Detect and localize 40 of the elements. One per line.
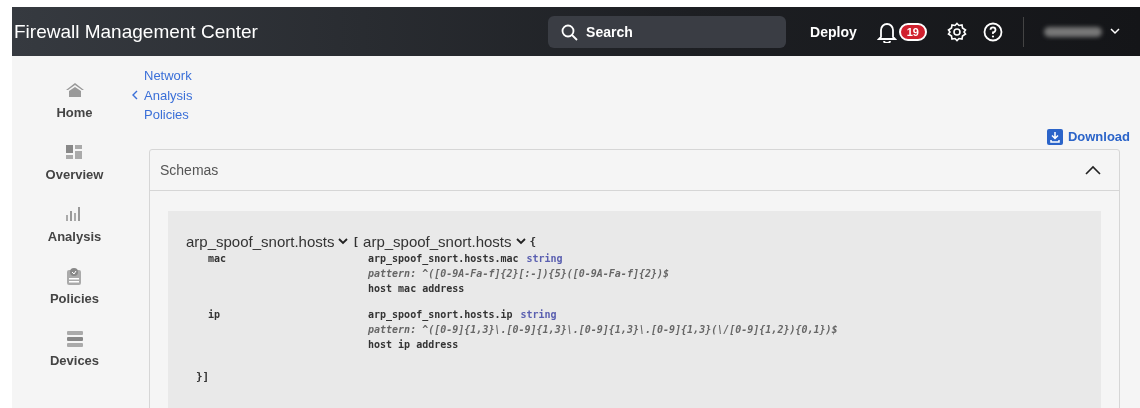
closing-bracket: }] bbox=[196, 369, 210, 383]
search-field[interactable]: Search bbox=[548, 15, 787, 48]
app-title: Firewall Management Center bbox=[13, 20, 259, 43]
notification-badge: 19 bbox=[898, 22, 927, 41]
help-icon bbox=[983, 21, 1003, 42]
field-name: mac bbox=[208, 252, 228, 266]
field-type: string bbox=[526, 252, 563, 264]
sidebar-item[interactable]: Overview bbox=[45, 142, 104, 182]
back-link[interactable]: Network Analysis Policies bbox=[144, 66, 204, 125]
field-description: host mac address bbox=[368, 282, 466, 294]
field-type: string bbox=[520, 308, 557, 320]
chevron-left-icon[interactable] bbox=[131, 90, 138, 101]
sidebar-item[interactable]: Devices bbox=[49, 328, 100, 368]
chevron-down-icon bbox=[1110, 28, 1120, 35]
field-pattern: pattern: ^([0-9A-Fa-f]{2}[:-]){5}([0-9A-Fa-f]{2})$ bbox=[368, 267, 671, 279]
bracket: [ bbox=[352, 234, 360, 248]
chevron-down-icon[interactable] bbox=[338, 237, 349, 245]
field-pattern: pattern: ^([0-9]{1,3}\.[0-9]{1,3}\.[0-9]{1,3}\.[0-9]{1,3}(\/[0-9]{1,2}){0,1})$ bbox=[368, 323, 839, 335]
field-path: arp_spoof_snort.hosts.ip bbox=[368, 308, 513, 320]
download-icon bbox=[1046, 128, 1063, 145]
sidebar-item[interactable]: Analysis bbox=[47, 204, 102, 244]
sidebar-item[interactable]: Home bbox=[56, 80, 93, 120]
search-icon bbox=[561, 23, 579, 41]
panel-title: Schemas bbox=[160, 161, 219, 178]
schema-name: arp_spoof_snort.hosts bbox=[186, 232, 335, 250]
deploy-button[interactable]: Deploy bbox=[804, 22, 863, 41]
chevron-down-icon[interactable] bbox=[515, 237, 526, 245]
schema-type: arp_spoof_snort.hosts bbox=[363, 232, 512, 250]
chevron-up-icon bbox=[1085, 164, 1101, 175]
field-path: arp_spoof_snort.hosts.mac bbox=[368, 252, 519, 264]
brace: { bbox=[529, 234, 537, 248]
collapse-toggle[interactable] bbox=[1085, 164, 1101, 175]
field-description: host ip address bbox=[368, 338, 460, 350]
settings-icon bbox=[947, 21, 967, 42]
field-name: ip bbox=[208, 308, 222, 322]
sidebar-item[interactable]: Policies bbox=[49, 266, 100, 306]
bell-icon[interactable] bbox=[876, 20, 897, 43]
settings-button[interactable] bbox=[947, 21, 967, 42]
download-button[interactable]: Download bbox=[1046, 128, 1130, 145]
help-button[interactable] bbox=[983, 21, 1003, 42]
